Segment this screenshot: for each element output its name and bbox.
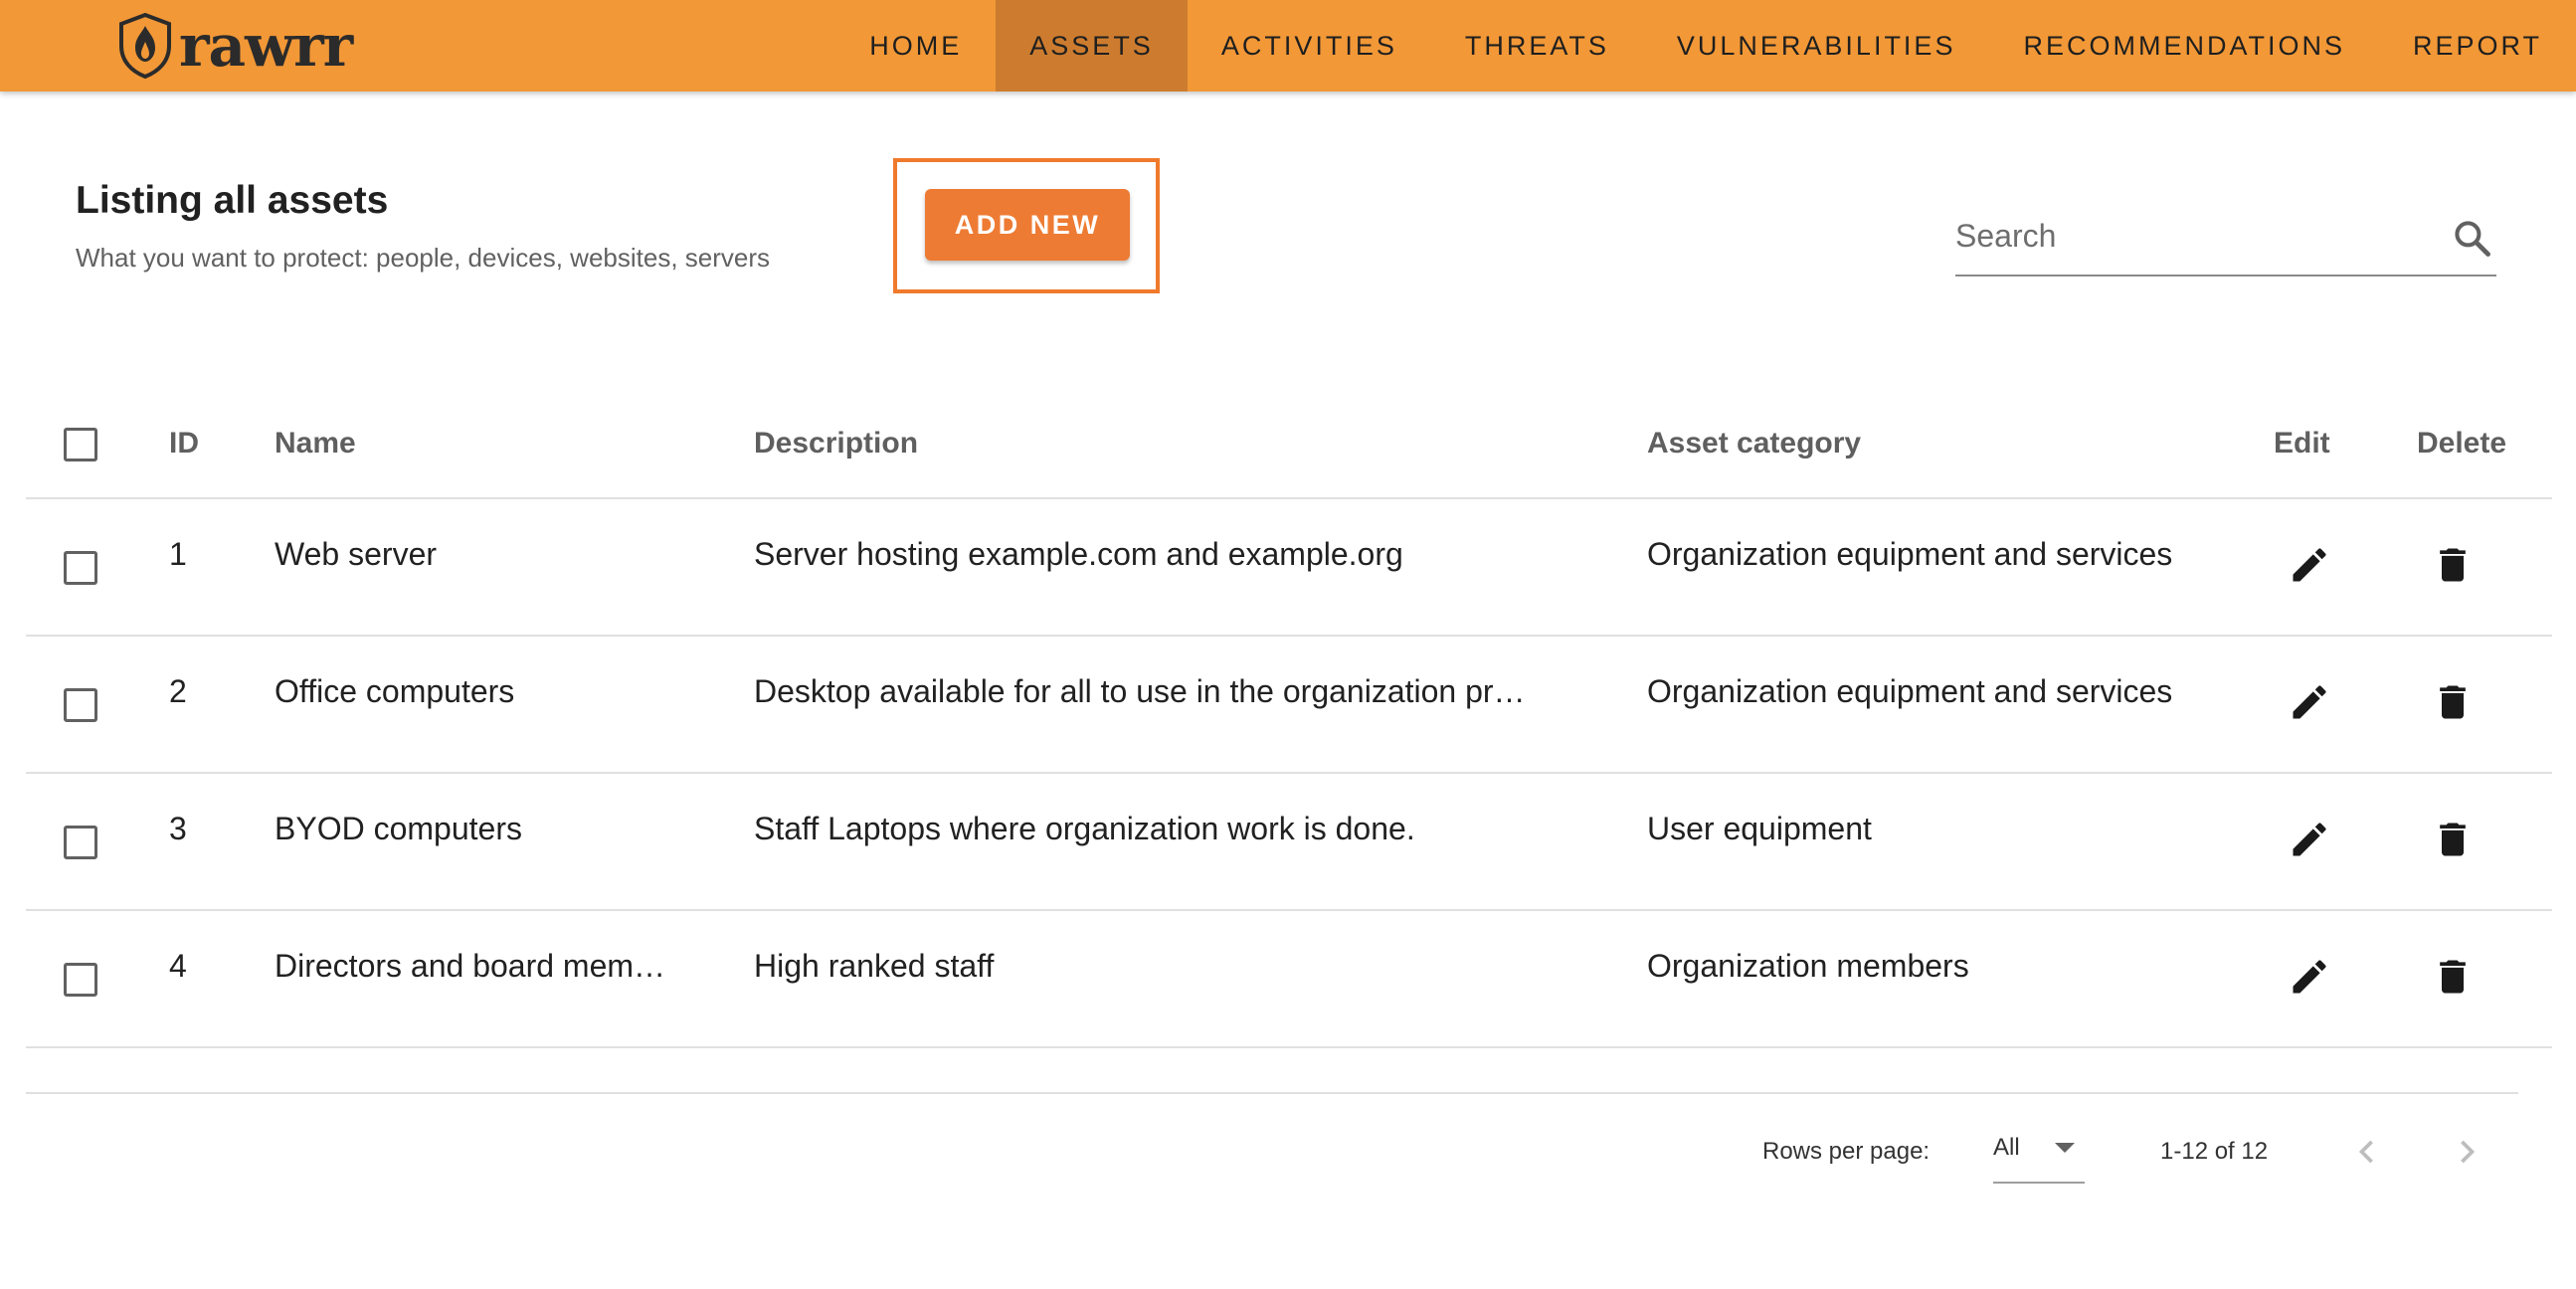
edit-button[interactable] (2286, 953, 2333, 1001)
nav-threats[interactable]: THREATS (1431, 0, 1643, 92)
row-checkbox[interactable] (64, 551, 97, 585)
page-title: Listing all assets (76, 179, 389, 222)
cell-id: 3 (169, 810, 187, 846)
app-logo[interactable]: rawrr (117, 12, 353, 80)
nav-activities[interactable]: ACTIVITIES (1188, 0, 1431, 92)
cell-description: Server hosting example.com and example.o… (754, 535, 1403, 572)
row-checkbox[interactable] (64, 826, 97, 859)
delete-button[interactable] (2429, 541, 2477, 589)
main-nav: HOME ASSETS ACTIVITIES THREATS VULNERABI… (835, 0, 2576, 92)
table-row[interactable]: 4 Directors and board mem… High ranked s… (26, 911, 2552, 1048)
column-header-id[interactable]: ID (169, 406, 199, 481)
caret-down-icon (2055, 1143, 2075, 1153)
delete-button[interactable] (2429, 678, 2477, 726)
rows-per-page-value: All (1993, 1134, 2020, 1161)
table-footer-divider (26, 1092, 2518, 1094)
column-header-edit: Edit (2274, 427, 2330, 460)
rows-per-page-label: Rows per page: (1762, 1138, 1931, 1165)
cell-asset-category: Organization equipment and services (1647, 672, 2173, 709)
table-header: ID Name Description Asset category Edit … (26, 406, 2552, 499)
trash-icon (2440, 960, 2466, 994)
nav-vulnerabilities[interactable]: VULNERABILITIES (1643, 0, 1990, 92)
table-row[interactable]: 2 Office computers Desktop available for… (26, 637, 2552, 774)
rows-per-page-select[interactable]: All (1993, 1134, 2085, 1184)
search-field (1955, 205, 2496, 276)
pencil-icon (2293, 548, 2326, 582)
previous-page-button[interactable] (2345, 1130, 2389, 1174)
shield-logo-icon (119, 12, 171, 80)
nav-assets[interactable]: ASSETS (996, 0, 1188, 92)
cell-description: Staff Laptops where organization work is… (754, 810, 1415, 846)
nav-recommendations[interactable]: RECOMMENDATIONS (1989, 0, 2379, 92)
logo-wordmark: rawrr (179, 12, 353, 80)
trash-icon (2440, 685, 2466, 719)
pencil-icon (2293, 823, 2326, 856)
delete-button[interactable] (2429, 953, 2477, 1001)
row-checkbox[interactable] (64, 688, 97, 722)
page-subtitle: What you want to protect: people, device… (76, 243, 771, 273)
cell-id: 4 (169, 947, 187, 984)
column-header-description[interactable]: Description (754, 406, 918, 481)
cell-asset-category: User equipment (1647, 810, 1872, 846)
search-input[interactable] (1955, 211, 2423, 261)
cell-description: High ranked staff (754, 947, 995, 984)
cell-name: Office computers (275, 672, 515, 709)
cell-description: Desktop available for all to use in the … (754, 672, 1526, 709)
cell-id: 2 (169, 672, 187, 709)
next-page-button[interactable] (2445, 1130, 2488, 1174)
cell-name: BYOD computers (275, 810, 522, 846)
edit-button[interactable] (2286, 541, 2333, 589)
edit-button[interactable] (2286, 678, 2333, 726)
pagination-range: 1-12 of 12 (2160, 1138, 2269, 1165)
top-app-bar: rawrr HOME ASSETS ACTIVITIES THREATS VUL… (0, 0, 2576, 92)
cell-asset-category: Organization members (1647, 947, 1969, 984)
select-all-checkbox[interactable] (64, 428, 97, 461)
nav-report[interactable]: REPORT (2379, 0, 2576, 92)
cell-id: 1 (169, 535, 187, 572)
table-row[interactable]: 1 Web server Server hosting example.com … (26, 499, 2552, 637)
trash-icon (2440, 823, 2466, 856)
chevron-left-icon (2358, 1140, 2373, 1164)
pencil-icon (2293, 685, 2326, 719)
column-header-asset-category[interactable]: Asset category (1647, 406, 1861, 481)
row-checkbox[interactable] (64, 963, 97, 997)
nav-home[interactable]: HOME (835, 0, 996, 92)
edit-button[interactable] (2286, 816, 2333, 863)
table-row[interactable]: 3 BYOD computers Staff Laptops where org… (26, 774, 2552, 911)
chevron-right-icon (2461, 1140, 2476, 1164)
pencil-icon (2293, 960, 2326, 994)
trash-icon (2440, 548, 2466, 582)
column-header-name[interactable]: Name (275, 406, 356, 481)
search-icon[interactable] (2451, 217, 2494, 261)
cell-name: Web server (275, 535, 438, 572)
column-header-delete: Delete (2417, 427, 2507, 460)
cell-asset-category: Organization equipment and services (1647, 535, 2173, 572)
cell-name: Directors and board mem… (275, 947, 666, 984)
add-new-button[interactable]: ADD NEW (925, 189, 1130, 261)
delete-button[interactable] (2429, 816, 2477, 863)
